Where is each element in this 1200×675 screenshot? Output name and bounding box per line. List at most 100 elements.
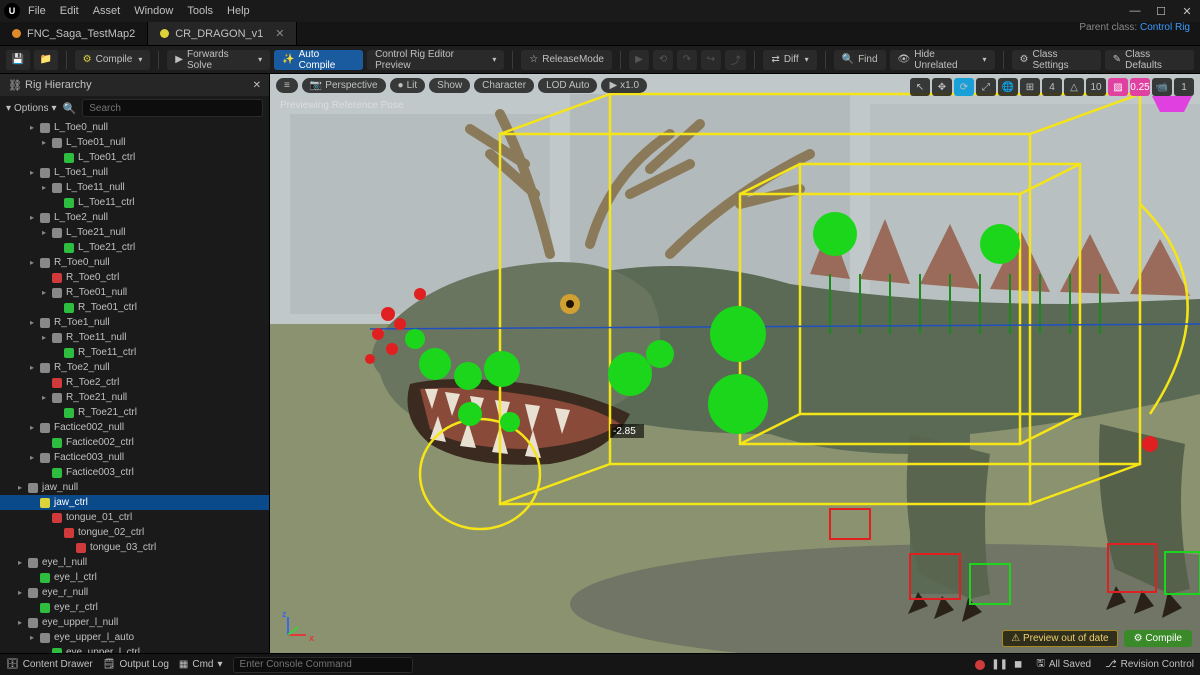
menu-file[interactable]: File bbox=[28, 5, 46, 17]
find-button[interactable]: 🔍 Find bbox=[834, 50, 886, 70]
save-button[interactable]: 💾 bbox=[6, 50, 30, 70]
expand-icon[interactable]: ▸ bbox=[42, 393, 52, 402]
tree-item[interactable]: L_Toe11_ctrl bbox=[0, 195, 269, 210]
expand-icon[interactable]: ▸ bbox=[30, 258, 40, 267]
tree-item[interactable]: R_Toe21_ctrl bbox=[0, 405, 269, 420]
expand-icon[interactable]: ▸ bbox=[30, 123, 40, 132]
expand-icon[interactable]: ▸ bbox=[18, 558, 28, 567]
tree-item[interactable]: eye_upper_l_ctrl bbox=[0, 645, 269, 653]
options-dropdown[interactable]: ▾ Options ▾ bbox=[6, 103, 57, 114]
select-tool[interactable]: ↖ bbox=[910, 78, 930, 96]
tree-item[interactable]: eye_r_ctrl bbox=[0, 600, 269, 615]
lit-dropdown[interactable]: ● Lit bbox=[390, 78, 426, 93]
diff-button[interactable]: ⇄ Diff▾ bbox=[763, 50, 816, 70]
perspective-dropdown[interactable]: 📷 Perspective bbox=[302, 78, 386, 93]
tree-item[interactable]: ▸Factice003_null bbox=[0, 450, 269, 465]
hierarchy-tree[interactable]: ▸L_Toe0_null▸L_Toe01_nullL_Toe01_ctrl▸L_… bbox=[0, 120, 269, 653]
tree-item[interactable]: Factice003_ctrl bbox=[0, 465, 269, 480]
expand-icon[interactable]: ▸ bbox=[30, 453, 40, 462]
tree-item[interactable]: ▸R_Toe1_null bbox=[0, 315, 269, 330]
speed-button[interactable]: ▶ x1.0 bbox=[601, 78, 647, 93]
maximize-button[interactable]: ☐ bbox=[1152, 5, 1170, 18]
step-button[interactable]: ↷ bbox=[677, 50, 697, 70]
expand-icon[interactable]: ▸ bbox=[18, 618, 28, 627]
tree-item[interactable]: tongue_02_ctrl bbox=[0, 525, 269, 540]
tree-item[interactable]: ▸L_Toe2_null bbox=[0, 210, 269, 225]
tree-item[interactable]: ▸eye_upper_l_null bbox=[0, 615, 269, 630]
tree-item[interactable]: tongue_03_ctrl bbox=[0, 540, 269, 555]
expand-icon[interactable]: ▸ bbox=[30, 213, 40, 222]
tree-item[interactable]: jaw_ctrl bbox=[0, 495, 269, 510]
auto-compile-button[interactable]: ✨ Auto Compile bbox=[274, 50, 363, 70]
tree-item[interactable]: ▸R_Toe11_null bbox=[0, 330, 269, 345]
tree-item[interactable]: eye_l_ctrl bbox=[0, 570, 269, 585]
all-saved-button[interactable]: 🖫 All Saved bbox=[1036, 656, 1091, 673]
grid-snap-toggle[interactable]: ⊞ bbox=[1020, 78, 1040, 96]
tree-item[interactable]: ▸Factice002_null bbox=[0, 420, 269, 435]
expand-icon[interactable]: ▸ bbox=[18, 483, 28, 492]
expand-icon[interactable]: ▸ bbox=[42, 333, 52, 342]
tree-item[interactable]: ▸R_Toe0_null bbox=[0, 255, 269, 270]
expand-icon[interactable]: ▸ bbox=[30, 363, 40, 372]
minimize-button[interactable]: — bbox=[1126, 5, 1144, 18]
tree-item[interactable]: L_Toe01_ctrl bbox=[0, 150, 269, 165]
class-defaults-button[interactable]: ✎ Class Defaults bbox=[1105, 50, 1194, 70]
tree-item[interactable]: ▸eye_upper_l_auto bbox=[0, 630, 269, 645]
search-input[interactable] bbox=[82, 99, 263, 117]
tree-item[interactable]: ▸R_Toe2_null bbox=[0, 360, 269, 375]
tab-dragon[interactable]: CR_DRAGON_v1 ✕ bbox=[148, 22, 297, 45]
tree-item[interactable]: Factice002_ctrl bbox=[0, 435, 269, 450]
menu-help[interactable]: Help bbox=[227, 5, 250, 17]
preview-dropdown[interactable]: Control Rig Editor Preview▾ bbox=[367, 50, 504, 70]
tree-item[interactable]: ▸eye_r_null bbox=[0, 585, 269, 600]
release-mode-button[interactable]: ☆ ReleaseMode bbox=[521, 50, 612, 70]
tree-item[interactable]: ▸eye_l_null bbox=[0, 555, 269, 570]
console-input[interactable] bbox=[233, 657, 413, 673]
menu-edit[interactable]: Edit bbox=[60, 5, 79, 17]
hide-unrelated-button[interactable]: 👁 Hide Unrelated▾ bbox=[890, 50, 995, 70]
step-over-button[interactable]: ↪ bbox=[701, 50, 721, 70]
angle-snap-toggle[interactable]: △ bbox=[1064, 78, 1084, 96]
tree-item[interactable]: R_Toe0_ctrl bbox=[0, 270, 269, 285]
expand-icon[interactable]: ▸ bbox=[42, 183, 52, 192]
lod-dropdown[interactable]: LOD Auto bbox=[538, 78, 597, 93]
tree-item[interactable]: tongue_01_ctrl bbox=[0, 510, 269, 525]
record-button[interactable] bbox=[975, 660, 985, 670]
close-icon[interactable]: ✕ bbox=[275, 27, 284, 40]
tree-item[interactable]: ▸L_Toe21_null bbox=[0, 225, 269, 240]
forwards-solve-button[interactable]: ▶ Forwards Solve▾ bbox=[167, 50, 270, 70]
menu-window[interactable]: Window bbox=[134, 5, 173, 17]
viewport-menu-button[interactable]: ≡ bbox=[276, 78, 298, 93]
expand-icon[interactable]: ▸ bbox=[30, 318, 40, 327]
output-log-button[interactable]: 🗒 Output Log bbox=[103, 659, 169, 670]
close-button[interactable]: ✕ bbox=[1178, 5, 1196, 18]
stop-button[interactable]: ◼ bbox=[1014, 659, 1022, 670]
camera-speed-value[interactable]: 1 bbox=[1174, 78, 1194, 96]
move-tool[interactable]: ✥ bbox=[932, 78, 952, 96]
expand-icon[interactable]: ▸ bbox=[18, 588, 28, 597]
angle-snap-value[interactable]: 10 bbox=[1086, 78, 1106, 96]
tree-item[interactable]: ▸R_Toe01_null bbox=[0, 285, 269, 300]
compile-button[interactable]: ⚙Compile▾ bbox=[75, 50, 151, 70]
compile-button[interactable]: ⚙ Compile bbox=[1124, 630, 1192, 647]
tree-item[interactable]: ▸R_Toe21_null bbox=[0, 390, 269, 405]
menu-asset[interactable]: Asset bbox=[93, 5, 121, 17]
coord-space-toggle[interactable]: 🌐 bbox=[998, 78, 1018, 96]
grid-snap-value[interactable]: 4 bbox=[1042, 78, 1062, 96]
scale-snap-value[interactable]: 0.25 bbox=[1130, 78, 1150, 96]
cmd-dropdown[interactable]: ▦ Cmd ▾ bbox=[179, 659, 223, 670]
step-back-button[interactable]: ⟲ bbox=[653, 50, 673, 70]
scale-snap-toggle[interactable]: ▨ bbox=[1108, 78, 1128, 96]
show-dropdown[interactable]: Show bbox=[429, 78, 470, 93]
class-settings-button[interactable]: ⚙ Class Settings bbox=[1012, 50, 1101, 70]
step-out-button[interactable]: ⤴ bbox=[725, 50, 747, 70]
panel-tab[interactable]: ⛓ Rig Hierarchy ✕ bbox=[0, 74, 269, 96]
tree-item[interactable]: ▸jaw_null bbox=[0, 480, 269, 495]
character-dropdown[interactable]: Character bbox=[474, 78, 534, 93]
expand-icon[interactable]: ▸ bbox=[42, 288, 52, 297]
rotate-tool[interactable]: ⟳ bbox=[954, 78, 974, 96]
tree-item[interactable]: ▸L_Toe11_null bbox=[0, 180, 269, 195]
parent-class-link[interactable]: Control Rig bbox=[1140, 22, 1190, 33]
viewport[interactable]: -2.85 ≡ 📷 Perspective ● Lit Show Charact… bbox=[270, 74, 1200, 653]
tab-testmap[interactable]: FNC_Saga_TestMap2 bbox=[0, 22, 148, 45]
